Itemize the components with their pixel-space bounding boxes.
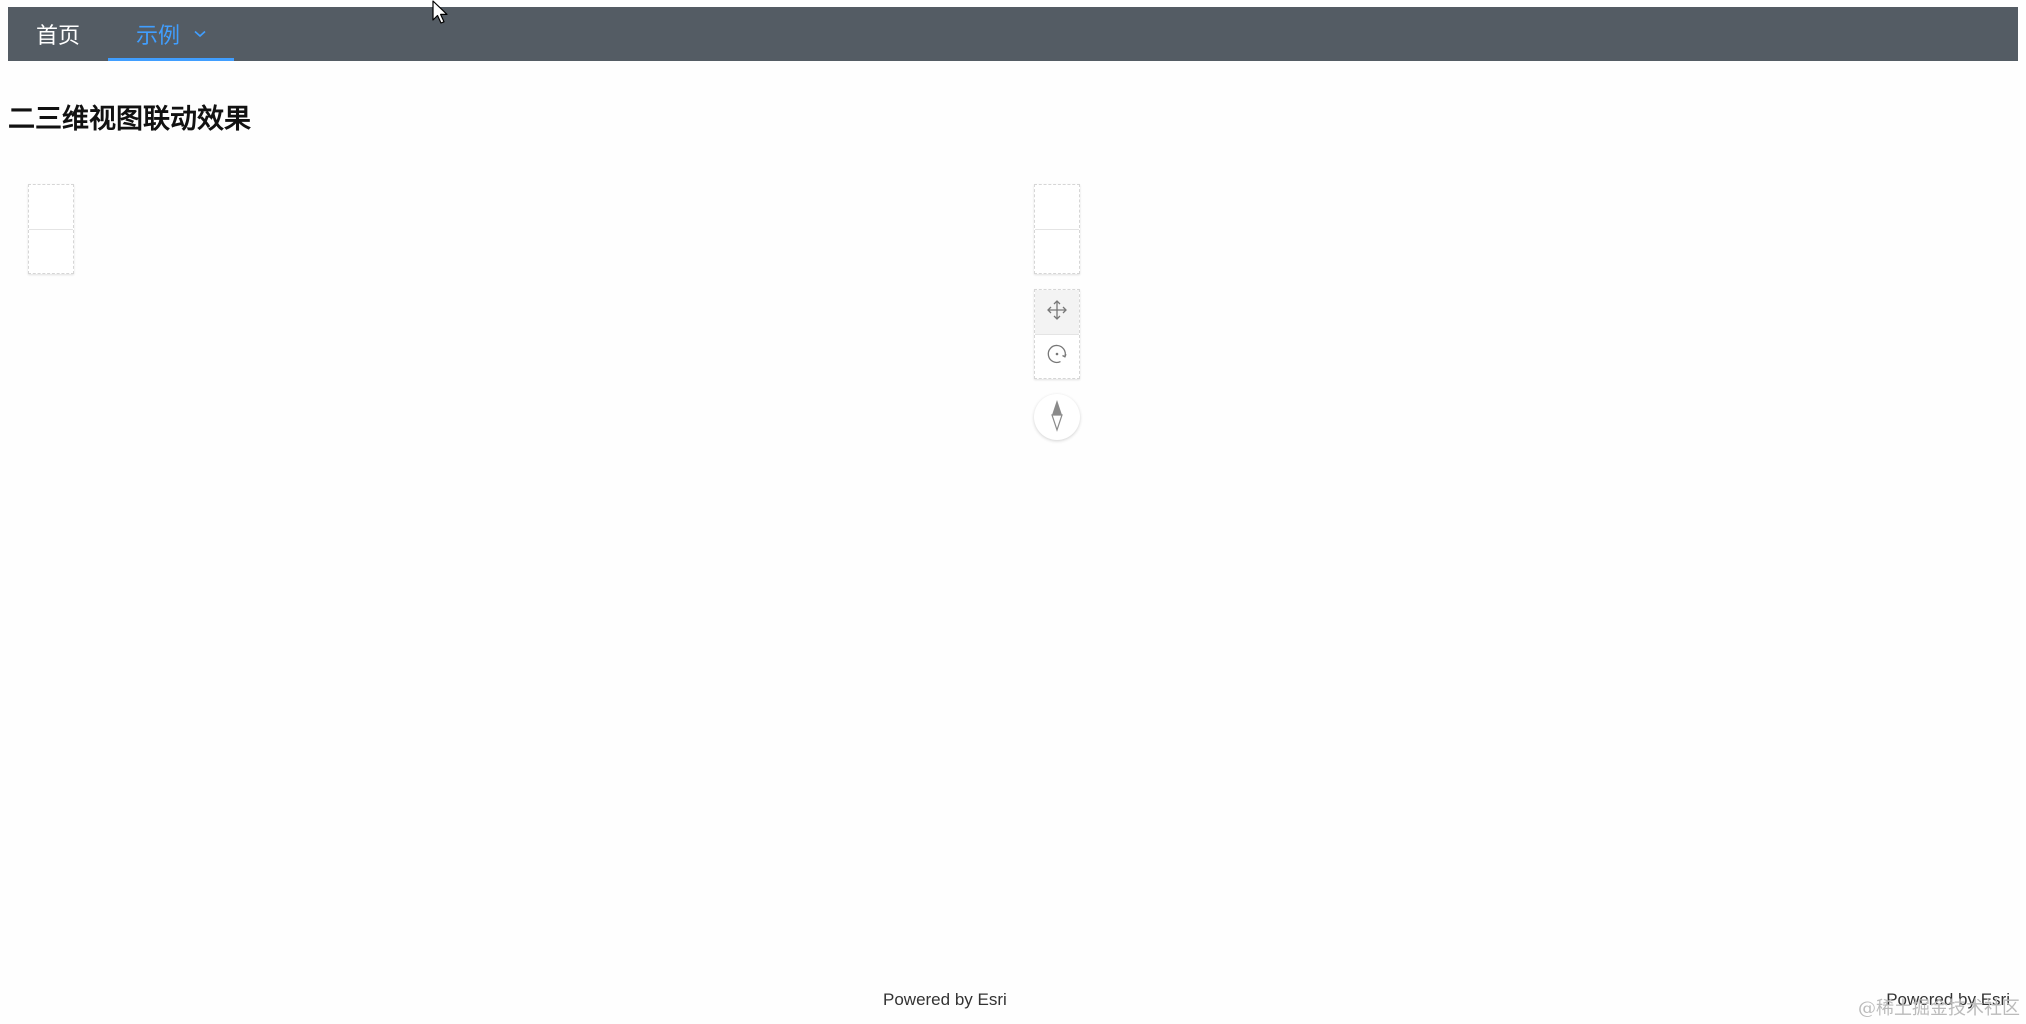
- nav-item-examples-label: 示例: [136, 23, 181, 48]
- zoom-in-button-3d[interactable]: [1035, 185, 1079, 229]
- zoom-out-button-3d[interactable]: [1035, 229, 1079, 273]
- nav-item-home-label: 首页: [36, 23, 81, 48]
- zoom-out-button-2d[interactable]: [29, 229, 73, 273]
- map-view-2d[interactable]: Powered by Esri: [8, 176, 1013, 1016]
- rotate-icon: [1045, 342, 1069, 371]
- zoom-in-button-2d[interactable]: [29, 185, 73, 229]
- attribution-2d[interactable]: Powered by Esri: [883, 990, 1007, 1010]
- pan-icon: [1046, 299, 1068, 326]
- zoom-widget-3d: [1034, 184, 1080, 274]
- rotate-button[interactable]: [1035, 334, 1079, 378]
- top-navbar: 首页 示例: [8, 7, 2018, 61]
- pan-button[interactable]: [1035, 290, 1079, 334]
- navigation-toggle-widget: [1034, 289, 1080, 379]
- page-title: 二三维视图联动效果: [8, 104, 251, 134]
- nav-item-examples[interactable]: 示例: [108, 7, 235, 61]
- scene-view-3d[interactable]: Powered by Esri: [1013, 176, 2018, 1016]
- zoom-widget-2d: [28, 184, 74, 274]
- nav-item-home[interactable]: 首页: [8, 7, 108, 61]
- compass-button[interactable]: [1034, 394, 1080, 440]
- watermark: @稀土掘金技术社区: [1858, 998, 2020, 1019]
- compass-icon: [1047, 398, 1067, 437]
- mouse-cursor-icon: [432, 0, 450, 31]
- chevron-down-icon: [194, 30, 206, 38]
